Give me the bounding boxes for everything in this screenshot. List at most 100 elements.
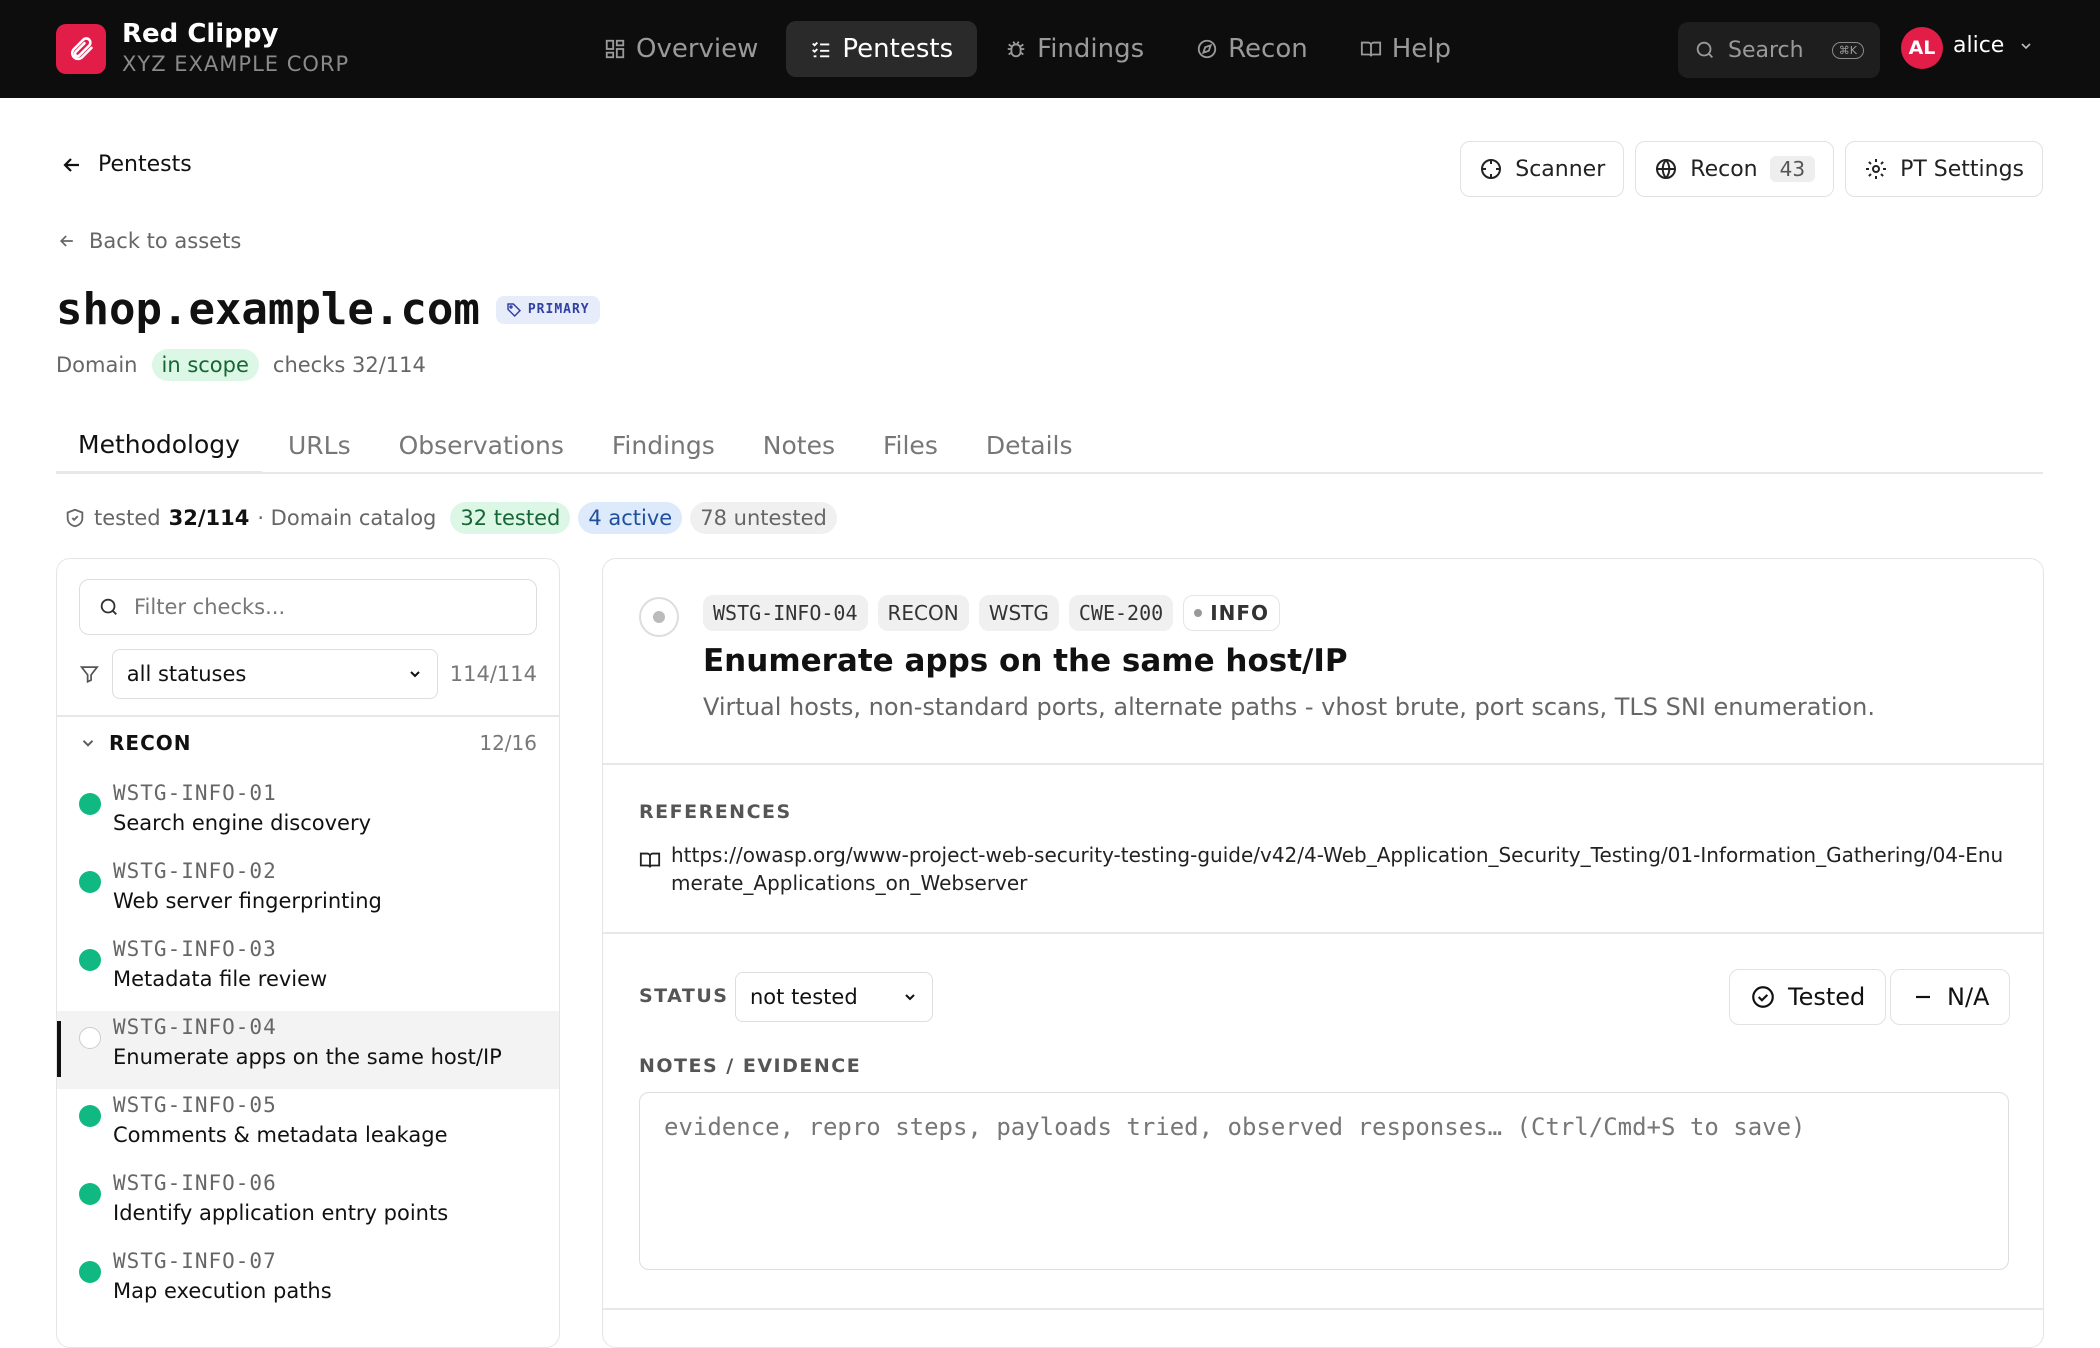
search-label: Search: [1728, 37, 1804, 63]
tab-methodology[interactable]: Methodology: [56, 418, 262, 474]
list-item[interactable]: WSTG-INFO-07 Map execution paths: [57, 1245, 559, 1323]
pt-settings-button[interactable]: PT Settings: [1845, 141, 2043, 197]
gear-icon: [1866, 159, 1887, 179]
scanner-label: Scanner: [1515, 156, 1606, 182]
user-menu[interactable]: alice: [1953, 33, 2034, 58]
notes-label: NOTES / EVIDENCE: [639, 1055, 862, 1077]
check-name: Web server fingerprinting: [113, 889, 382, 913]
check-code: WSTG-INFO-04: [113, 1015, 277, 1039]
check-name: Comments & metadata leakage: [113, 1123, 448, 1147]
checks-panel: Filter checks... all statuses 114/114 RE…: [56, 558, 560, 1348]
tab-details[interactable]: Details: [963, 418, 1095, 474]
book-icon: [1360, 41, 1381, 57]
nav-pentests[interactable]: Pentests: [786, 21, 978, 77]
coverage-stats: tested 32/114 · Domain catalog 32 tested…: [64, 502, 837, 534]
nav-label: Findings: [1037, 34, 1145, 64]
group-count: 12/16: [479, 731, 537, 755]
mark-na-button[interactable]: N/A: [1890, 969, 2011, 1025]
scanner-button[interactable]: Scanner: [1460, 141, 1625, 197]
minus-icon: [1916, 995, 1930, 999]
severity-label: INFO: [1210, 601, 1270, 625]
arrow-left-icon: [59, 235, 73, 247]
paperclip-logo-icon[interactable]: [56, 24, 106, 74]
chevron-down-icon: [905, 994, 915, 1001]
asset-tabs: Methodology URLs Observations Findings N…: [56, 418, 2043, 474]
check-code: WSTG-INFO-07: [113, 1249, 277, 1273]
notes-placeholder: evidence, repro steps, payloads tried, o…: [664, 1113, 1806, 1141]
recon-button[interactable]: Recon 43: [1635, 141, 1835, 197]
list-item[interactable]: WSTG-INFO-01 Search engine discovery: [57, 777, 559, 855]
search-button[interactable]: Search ⌘K: [1678, 22, 1880, 78]
filter-count: 114/114: [449, 662, 537, 686]
chevron-down-icon: [2021, 42, 2031, 49]
check-circle-icon: [1752, 986, 1774, 1008]
nav-help[interactable]: Help: [1336, 21, 1475, 77]
main-nav: Overview Pentests Findings Recon Help: [580, 21, 1475, 77]
divider: [603, 932, 2043, 934]
status-dot: [79, 1105, 101, 1127]
group-header-recon[interactable]: RECON 12/16: [79, 731, 537, 755]
status-filter-select[interactable]: all statuses: [111, 649, 438, 699]
reference-url: https://owasp.org/www-project-web-securi…: [671, 843, 2004, 895]
crosshair-icon: [1481, 159, 1502, 179]
asset-meta: Domain in scope checks 32/114: [56, 349, 426, 381]
notes-textarea[interactable]: evidence, repro steps, payloads tried, o…: [639, 1092, 2009, 1270]
status-filter-value: all statuses: [126, 662, 247, 686]
nav-label: Recon: [1228, 34, 1308, 64]
check-name: Search engine discovery: [113, 811, 372, 835]
tab-urls[interactable]: URLs: [265, 418, 373, 474]
check-title: Enumerate apps on the same host/IP: [703, 643, 1348, 679]
header-actions: Scanner Recon 43 PT Settings: [1460, 141, 2043, 197]
check-code: WSTG-INFO-03: [113, 937, 277, 961]
asset-type: Domain: [56, 353, 138, 377]
list-item[interactable]: WSTG-INFO-02 Web server fingerprinting: [57, 855, 559, 933]
status-dot: [79, 949, 101, 971]
back-label: Back to assets: [89, 229, 242, 253]
settings-label: PT Settings: [1900, 156, 2024, 182]
brand: Red Clippy XYZ EXAMPLE CORP: [122, 18, 349, 78]
divider: [603, 1308, 2043, 1310]
nav-findings[interactable]: Findings: [981, 21, 1168, 77]
check-code: WSTG-INFO-05: [113, 1093, 277, 1117]
list-item[interactable]: WSTG-INFO-03 Metadata file review: [57, 933, 559, 1011]
tab-files[interactable]: Files: [860, 418, 960, 474]
asset-name: shop.example.com: [56, 284, 480, 335]
tag-label: PRIMARY: [527, 302, 590, 317]
checklist-icon: [812, 41, 830, 58]
recon-label: Recon: [1690, 156, 1758, 182]
back-to-assets-link[interactable]: Back to assets: [57, 229, 241, 253]
nav-recon[interactable]: Recon: [1172, 21, 1332, 77]
nav-label: Help: [1391, 34, 1452, 64]
check-name: Enumerate apps on the same host/IP: [113, 1045, 502, 1069]
book-icon: [639, 852, 661, 868]
filter-input[interactable]: Filter checks...: [79, 579, 537, 635]
search-icon: [100, 598, 117, 615]
list-item[interactable]: WSTG-INFO-05 Comments & metadata leakage: [57, 1089, 559, 1167]
list-item[interactable]: WSTG-INFO-06 Identify application entry p…: [57, 1167, 559, 1245]
reference-link[interactable]: https://owasp.org/www-project-web-securi…: [639, 841, 2009, 897]
untested-pill: 78 untested: [690, 502, 837, 534]
funnel-icon: [79, 666, 99, 684]
chip-cwe: CWE-200: [1068, 595, 1174, 631]
breadcrumb-pentests[interactable]: Pentests: [60, 152, 192, 177]
nav-overview[interactable]: Overview: [580, 21, 782, 77]
bug-icon: [1007, 41, 1025, 58]
status-radio[interactable]: [639, 597, 679, 637]
check-code: WSTG-INFO-06: [113, 1171, 277, 1195]
user-name: alice: [1953, 33, 2005, 58]
mark-tested-button[interactable]: Tested: [1729, 969, 1887, 1025]
severity-badge: INFO: [1183, 595, 1281, 631]
status-label: STATUS: [639, 985, 729, 1007]
avatar[interactable]: AL: [1901, 27, 1943, 69]
tab-observations[interactable]: Observations: [376, 418, 586, 474]
tab-notes[interactable]: Notes: [740, 418, 857, 474]
tab-findings[interactable]: Findings: [589, 418, 737, 474]
status-select[interactable]: not tested: [735, 972, 933, 1022]
tested-label: tested: [94, 506, 161, 530]
check-name: Metadata file review: [113, 967, 328, 991]
shield-check-icon: [66, 508, 84, 528]
status-dot: [79, 1183, 101, 1205]
chip-code: WSTG-INFO-04: [703, 595, 868, 631]
list-item-selected[interactable]: WSTG-INFO-04 Enumerate apps on the same h…: [57, 1011, 559, 1089]
top-bar: Red Clippy XYZ EXAMPLE CORP Overview Pen…: [0, 0, 2100, 98]
